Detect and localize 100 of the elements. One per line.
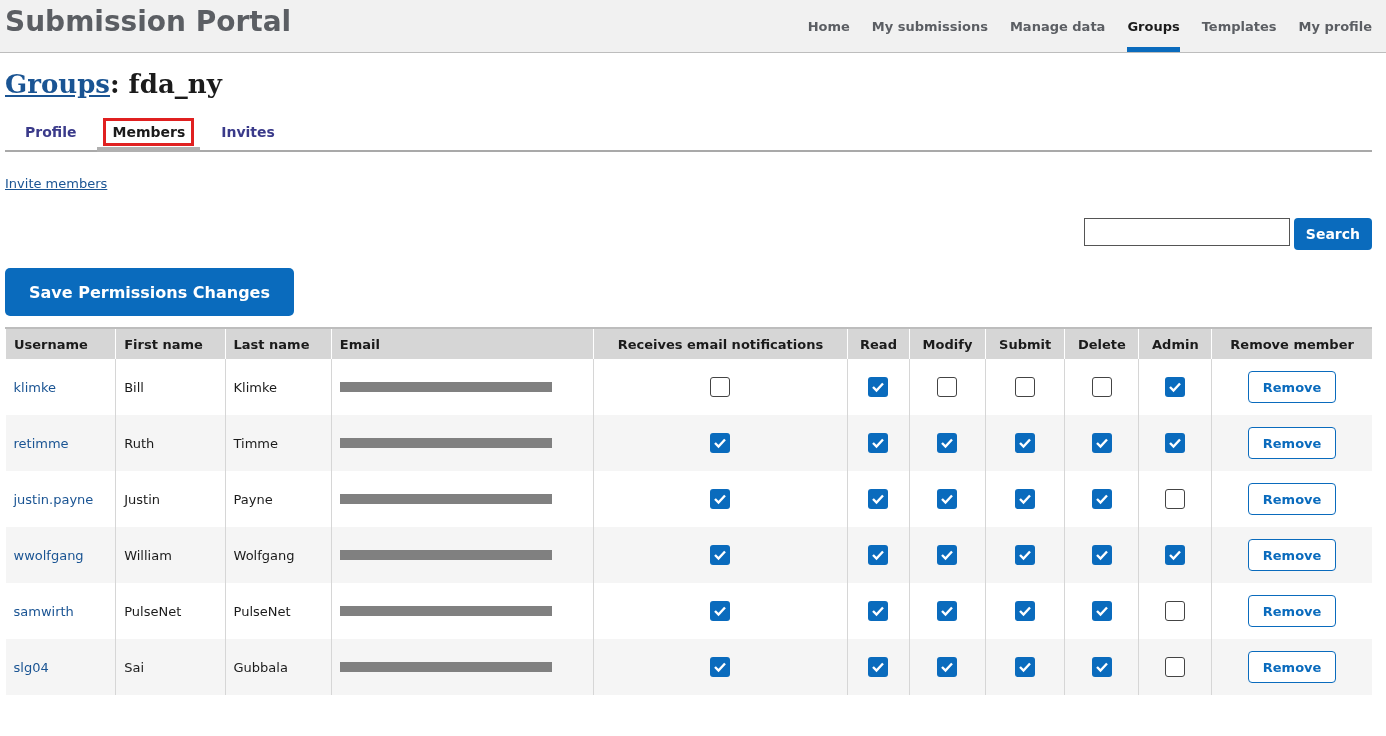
remove-button[interactable]: Remove xyxy=(1247,651,1337,683)
tab[interactable]: Members xyxy=(97,117,201,152)
checkbox[interactable] xyxy=(937,489,958,509)
checkbox[interactable] xyxy=(937,433,958,453)
checkbox[interactable] xyxy=(1165,377,1186,397)
column-header: Modify xyxy=(909,328,986,359)
tab[interactable]: Invites xyxy=(206,117,290,152)
last-name: PulseNet xyxy=(233,603,291,619)
checkbox[interactable] xyxy=(937,545,958,565)
remove-button[interactable]: Remove xyxy=(1247,371,1337,403)
checkbox[interactable] xyxy=(1015,377,1036,397)
invite-members-link[interactable]: Invite members xyxy=(5,176,108,191)
checkbox[interactable] xyxy=(937,657,958,677)
checkbox[interactable] xyxy=(1091,433,1112,453)
check-icon xyxy=(871,604,886,618)
checkbox[interactable] xyxy=(868,489,889,509)
checkbox[interactable] xyxy=(710,433,731,453)
username-link[interactable]: justin.payne xyxy=(13,491,94,507)
remove-button[interactable]: Remove xyxy=(1247,483,1337,515)
check-icon xyxy=(1018,492,1033,506)
checkbox[interactable] xyxy=(1015,601,1036,621)
checkbox[interactable] xyxy=(1015,489,1036,509)
column-header: Delete xyxy=(1064,328,1139,359)
nav-link[interactable]: Templates xyxy=(1201,0,1277,52)
checkbox[interactable] xyxy=(1165,433,1186,453)
check-icon xyxy=(713,548,728,562)
remove-button[interactable]: Remove xyxy=(1247,539,1337,571)
checkbox[interactable] xyxy=(1165,601,1186,621)
checkbox[interactable] xyxy=(710,601,731,621)
group-name: : fda_ny xyxy=(109,69,222,99)
groups-link[interactable]: Groups xyxy=(5,69,110,99)
column-header: First name xyxy=(115,328,226,359)
checkbox[interactable] xyxy=(1091,657,1112,677)
checkbox[interactable] xyxy=(868,433,889,453)
first-name: Ruth xyxy=(124,435,155,451)
check-icon xyxy=(1094,660,1109,674)
checkbox[interactable] xyxy=(1165,545,1186,565)
check-icon xyxy=(940,548,955,562)
username-link[interactable]: klimke xyxy=(13,379,56,395)
check-icon xyxy=(1168,548,1183,562)
checkbox[interactable] xyxy=(868,545,889,565)
username-link[interactable]: slg04 xyxy=(13,659,49,675)
checkbox[interactable] xyxy=(868,377,889,397)
checkbox[interactable] xyxy=(710,657,731,677)
check-icon xyxy=(1094,604,1109,618)
column-header: Email xyxy=(331,328,594,359)
check-icon xyxy=(871,492,886,506)
check-icon xyxy=(1018,604,1033,618)
last-name: Klimke xyxy=(233,379,278,395)
check-icon xyxy=(1094,436,1109,450)
check-icon xyxy=(1018,548,1033,562)
checkbox[interactable] xyxy=(1015,545,1036,565)
column-header: Receives email notifications xyxy=(593,328,848,359)
first-name: Bill xyxy=(124,379,144,395)
checkbox[interactable] xyxy=(868,657,889,677)
checkbox[interactable] xyxy=(1091,601,1112,621)
save-permissions-button[interactable]: Save Permissions Changes xyxy=(5,268,294,316)
checkbox[interactable] xyxy=(1015,433,1036,453)
checkbox[interactable] xyxy=(1165,657,1186,677)
remove-button[interactable]: Remove xyxy=(1247,427,1337,459)
checkbox[interactable] xyxy=(1091,377,1112,397)
username-link[interactable]: samwirth xyxy=(13,603,74,619)
site-title: Submission Portal xyxy=(5,5,292,38)
checkbox[interactable] xyxy=(937,377,958,397)
username-link[interactable]: wwolfgang xyxy=(13,547,84,563)
last-name: Gubbala xyxy=(233,659,288,675)
checkbox[interactable] xyxy=(1091,545,1112,565)
checkbox[interactable] xyxy=(710,545,731,565)
column-header: Username xyxy=(5,328,116,359)
column-header: Submit xyxy=(985,328,1065,359)
nav-link[interactable]: Groups xyxy=(1127,0,1180,52)
column-header: Admin xyxy=(1138,328,1212,359)
checkbox[interactable] xyxy=(710,377,731,397)
nav-link[interactable]: My profile xyxy=(1298,0,1372,52)
search-field[interactable] xyxy=(1083,218,1290,246)
check-icon xyxy=(1018,436,1033,450)
last-name: Wolfgang xyxy=(233,547,295,563)
check-icon xyxy=(1094,548,1109,562)
check-icon xyxy=(940,660,955,674)
check-icon xyxy=(713,660,728,674)
nav-link[interactable]: Manage data xyxy=(1009,0,1106,52)
checkbox[interactable] xyxy=(1015,657,1036,677)
first-name: Justin xyxy=(124,491,160,507)
username-link[interactable]: retimme xyxy=(13,435,69,451)
nav-link[interactable]: My submissions xyxy=(871,0,988,52)
checkbox[interactable] xyxy=(868,601,889,621)
tab[interactable]: Profile xyxy=(10,117,92,152)
check-icon xyxy=(713,492,728,506)
first-name: PulseNet xyxy=(124,603,182,619)
checkbox[interactable] xyxy=(1165,489,1186,509)
checkbox[interactable] xyxy=(710,489,731,509)
search-button[interactable]: Search xyxy=(1293,218,1372,250)
column-header: Last name xyxy=(225,328,332,359)
nav-link[interactable]: Home xyxy=(807,0,850,52)
check-icon xyxy=(871,548,886,562)
check-icon xyxy=(1168,436,1183,450)
remove-button[interactable]: Remove xyxy=(1247,595,1337,627)
last-name: Timme xyxy=(233,435,279,451)
checkbox[interactable] xyxy=(937,601,958,621)
checkbox[interactable] xyxy=(1091,489,1112,509)
